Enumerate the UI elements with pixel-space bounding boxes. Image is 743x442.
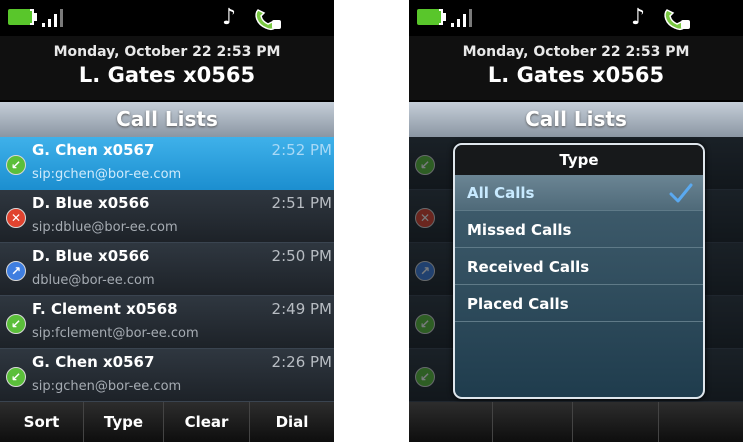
caller-name: D. Blue x0566	[32, 247, 150, 265]
received-call-icon: ↙	[6, 367, 26, 387]
page-title: Call Lists	[0, 102, 334, 137]
option-placed-calls[interactable]: Placed Calls	[455, 286, 703, 322]
option-label: All Calls	[467, 184, 535, 202]
dial-softkey[interactable]: Dial	[250, 402, 334, 442]
received-call-icon: ↙	[6, 314, 26, 334]
caller-address: sip:gchen@bor-ee.com	[32, 167, 182, 182]
music-note-icon: ♪	[222, 5, 237, 30]
line-user: L. Gates x0565	[78, 63, 256, 87]
signal-icon	[451, 9, 481, 27]
status-bar: ♪	[409, 0, 743, 36]
caller-name: G. Chen x0567	[32, 353, 155, 371]
caller-address: sip:gchen@bor-ee.com	[32, 379, 182, 394]
placed-call-icon: ↗	[6, 261, 26, 281]
call-list-item[interactable]: ✕ D. Blue x0566 2:51 PM sip:dblue@bor-ee…	[0, 190, 334, 243]
softkey-bar	[409, 402, 743, 442]
phone-screen-type-filter: ♪ Monday, October 22 2:53 PM L. Gates x0…	[409, 0, 743, 442]
caller-address: dblue@bor-ee.com	[32, 273, 155, 288]
phone-screen-call-lists: ♪ Monday, October 22 2:53 PM L. Gates x0…	[0, 0, 334, 442]
call-list-item[interactable]: ↙ G. Chen x0567 2:52 PM sip:gchen@bor-ee…	[0, 137, 334, 190]
missed-call-icon: ✕	[6, 208, 26, 228]
call-time: 2:50 PM	[271, 247, 332, 265]
call-list-item[interactable]: ↙ G. Chen x0567 2:26 PM sip:gchen@bor-ee…	[0, 349, 334, 402]
softkey-blank-4	[659, 402, 743, 442]
header: Monday, October 22 2:53 PM L. Gates x056…	[0, 36, 334, 100]
call-time: 2:26 PM	[271, 353, 332, 371]
caller-name: D. Blue x0566	[32, 194, 150, 212]
caller-name: G. Chen x0567	[32, 141, 155, 159]
caller-address: sip:dblue@bor-ee.com	[32, 220, 178, 235]
handset-icon	[664, 9, 690, 31]
call-list: ↙ G. Chen x0567 2:52 PM sip:gchen@bor-ee…	[0, 137, 334, 402]
handset-icon	[255, 9, 281, 31]
option-received-calls[interactable]: Received Calls	[455, 249, 703, 285]
status-bar: ♪	[0, 0, 334, 36]
type-softkey[interactable]: Type	[84, 402, 164, 442]
caller-name: F. Clement x0568	[32, 300, 178, 318]
page-title: Call Lists	[409, 102, 743, 137]
header: Monday, October 22 2:53 PM L. Gates x056…	[409, 36, 743, 100]
popup-title: Type	[455, 145, 703, 175]
received-call-icon: ↙	[6, 155, 26, 175]
battery-tip	[34, 13, 37, 21]
date-time: Monday, October 22 2:53 PM	[53, 44, 281, 60]
call-time: 2:51 PM	[271, 194, 332, 212]
caller-address: sip:fclement@bor-ee.com	[32, 326, 199, 341]
call-time: 2:52 PM	[271, 141, 332, 159]
softkey-bar: Sort Type Clear Dial	[0, 402, 334, 442]
call-time: 2:49 PM	[271, 300, 332, 318]
call-list-item[interactable]: ↙ F. Clement x0568 2:49 PM sip:fclement@…	[0, 296, 334, 349]
signal-icon	[42, 9, 72, 27]
date-time: Monday, October 22 2:53 PM	[462, 44, 690, 60]
option-missed-calls[interactable]: Missed Calls	[455, 212, 703, 248]
type-filter-popup: Type All Calls Missed Calls Received Cal…	[453, 143, 705, 399]
option-all-calls[interactable]: All Calls	[455, 175, 703, 211]
line-user: L. Gates x0565	[487, 63, 665, 87]
music-note-icon: ♪	[631, 5, 646, 30]
call-list-item[interactable]: ↗ D. Blue x0566 2:50 PM dblue@bor-ee.com	[0, 243, 334, 296]
battery-tip	[443, 13, 446, 21]
sort-softkey[interactable]: Sort	[0, 402, 84, 442]
softkey-blank-2	[493, 402, 573, 442]
softkey-blank-1	[409, 402, 493, 442]
clear-softkey[interactable]: Clear	[164, 402, 250, 442]
softkey-blank-3	[573, 402, 659, 442]
checkmark-icon	[669, 183, 693, 203]
